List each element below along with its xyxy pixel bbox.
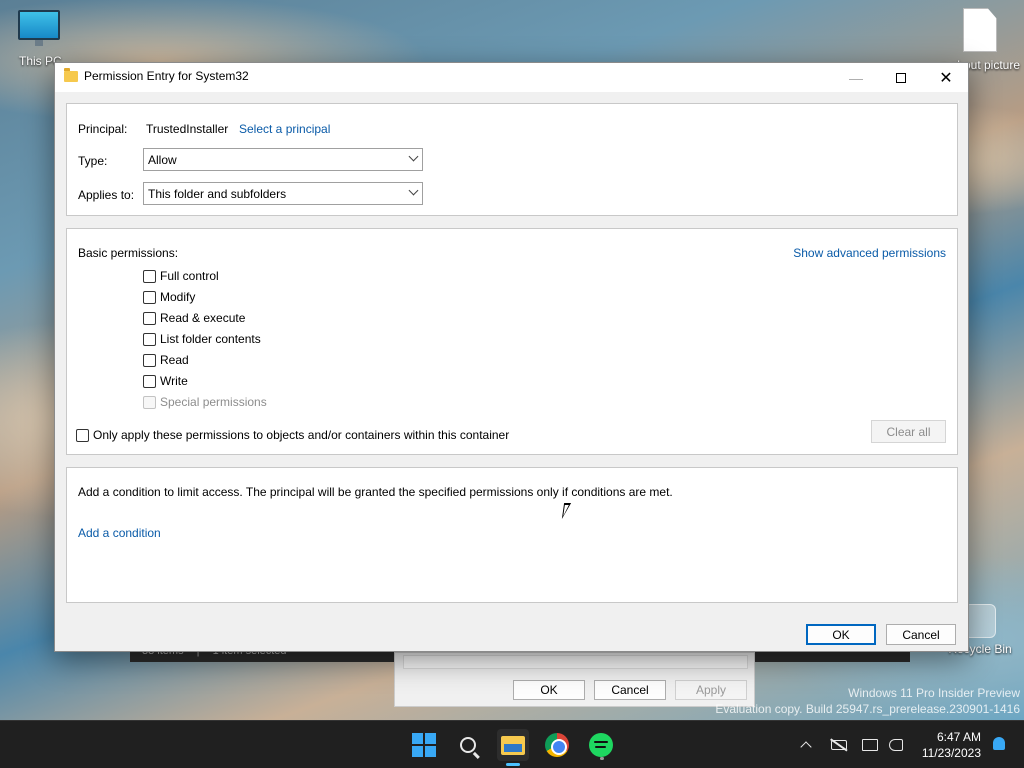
clock-time: 6:47 AM: [936, 730, 981, 744]
monitor-icon: [18, 10, 60, 46]
clear-all-button: Clear all: [871, 420, 946, 443]
show-hidden-icons-button[interactable]: [796, 735, 816, 755]
perm-write[interactable]: Write: [143, 373, 188, 389]
checkbox[interactable]: [143, 269, 156, 283]
checkbox[interactable]: [143, 311, 156, 325]
checkbox[interactable]: [143, 332, 156, 346]
watermark-line1: Windows 11 Pro Insider Preview: [848, 686, 1020, 700]
perm-label: List folder contents: [160, 332, 261, 346]
network-icon: [862, 739, 878, 751]
checkbox[interactable]: [143, 353, 156, 367]
minimize-icon: —: [849, 69, 863, 86]
watermark-line2: Evaluation copy. Build 25947.rs_prerelea…: [715, 702, 1020, 716]
checkbox[interactable]: [76, 428, 89, 442]
basic-permissions-label: Basic permissions:: [78, 246, 179, 260]
principal-label: Principal:: [78, 122, 128, 136]
checkbox: [143, 395, 156, 409]
search-button[interactable]: [452, 729, 484, 761]
cancel-button[interactable]: Cancel: [886, 624, 956, 645]
taskbar-chrome[interactable]: [541, 729, 573, 761]
close-button[interactable]: ✕: [923, 63, 969, 92]
taskbar-file-explorer[interactable]: [497, 729, 529, 766]
minimize-button: —: [833, 63, 879, 92]
document-icon: [963, 8, 997, 52]
windows-logo-icon: [412, 733, 436, 757]
perm-label: Read & execute: [160, 311, 246, 325]
chevron-down-icon: [408, 185, 419, 196]
chrome-icon: [545, 733, 569, 757]
maximize-button[interactable]: [878, 63, 924, 92]
type-label: Type:: [78, 154, 108, 168]
volume-muted-icon: [889, 739, 903, 751]
perm-label: Read: [160, 353, 189, 367]
perm-list-folder-contents[interactable]: List folder contents: [143, 331, 261, 347]
select-principal-link[interactable]: Select a principal: [239, 122, 330, 136]
perm-special-permissions: Special permissions: [143, 394, 267, 410]
applies-to-label: Applies to:: [78, 188, 135, 202]
bg-ok-button[interactable]: OK: [513, 680, 585, 700]
type-dropdown[interactable]: Allow: [143, 148, 423, 171]
principal-panel: Principal: TrustedInstaller Select a pri…: [66, 103, 958, 216]
background-field: [403, 655, 748, 669]
folder-icon: [64, 68, 78, 82]
checkbox[interactable]: [143, 374, 156, 388]
volume-tray-button[interactable]: [886, 735, 906, 755]
basic-permissions-panel: Basic permissions: Show advanced permiss…: [66, 228, 958, 455]
perm-label: Special permissions: [160, 395, 267, 409]
network-tray-button[interactable]: [860, 735, 880, 755]
dialog-title: Permission Entry for System32: [84, 69, 249, 83]
condition-panel: Add a condition to limit access. The pri…: [66, 467, 958, 603]
onedrive-offline-icon: [831, 740, 847, 750]
bg-cancel-button[interactable]: Cancel: [594, 680, 666, 700]
taskbar: 6:47 AM 11/23/2023: [0, 720, 1024, 768]
show-advanced-permissions-link[interactable]: Show advanced permissions: [793, 246, 946, 260]
only-apply-label: Only apply these permissions to objects …: [93, 428, 510, 442]
search-icon: [460, 737, 476, 753]
perm-label: Write: [160, 374, 188, 388]
checkbox[interactable]: [143, 290, 156, 304]
clock-date: 11/23/2023: [921, 746, 981, 760]
ok-button[interactable]: OK: [806, 624, 876, 645]
add-condition-link[interactable]: Add a condition: [78, 526, 161, 540]
system-clock[interactable]: 6:47 AM 11/23/2023: [922, 729, 981, 761]
chevron-up-icon: [800, 741, 812, 753]
file-explorer-icon: [501, 735, 525, 755]
chevron-down-icon: [408, 151, 419, 162]
perm-label: Modify: [160, 290, 196, 304]
close-icon: ✕: [939, 69, 953, 87]
running-indicator: [600, 757, 604, 760]
perm-modify[interactable]: Modify: [143, 289, 195, 305]
applies-to-dropdown-value: This folder and subfolders: [148, 187, 287, 201]
start-button[interactable]: [408, 729, 440, 761]
build-watermark: Windows 11 Pro Insider Preview Evaluatio…: [715, 685, 1020, 717]
only-apply-checkbox-row[interactable]: Only apply these permissions to objects …: [76, 427, 509, 443]
type-dropdown-value: Allow: [148, 153, 177, 167]
maximize-icon: [896, 72, 906, 83]
principal-value: TrustedInstaller: [146, 122, 229, 136]
desktop-icon-this-pc[interactable]: This PC: [4, 10, 74, 68]
background-properties-dialog: OK Cancel Apply: [394, 652, 755, 707]
perm-full-control[interactable]: Full control: [143, 268, 219, 284]
notification-bell-icon[interactable]: [993, 737, 1005, 750]
condition-description: Add a condition to limit access. The pri…: [78, 485, 673, 499]
taskbar-spotify[interactable]: [585, 729, 617, 761]
permission-entry-dialog: Permission Entry for System32 — ✕ Princi…: [54, 62, 969, 652]
onedrive-tray-button[interactable]: [829, 735, 849, 755]
perm-read[interactable]: Read: [143, 352, 189, 368]
perm-read-execute[interactable]: Read & execute: [143, 310, 245, 326]
mouse-pointer-icon: [561, 503, 577, 519]
spotify-icon: [589, 733, 613, 757]
dialog-titlebar[interactable]: Permission Entry for System32 — ✕: [55, 63, 968, 92]
perm-label: Full control: [160, 269, 219, 283]
applies-to-dropdown[interactable]: This folder and subfolders: [143, 182, 423, 205]
